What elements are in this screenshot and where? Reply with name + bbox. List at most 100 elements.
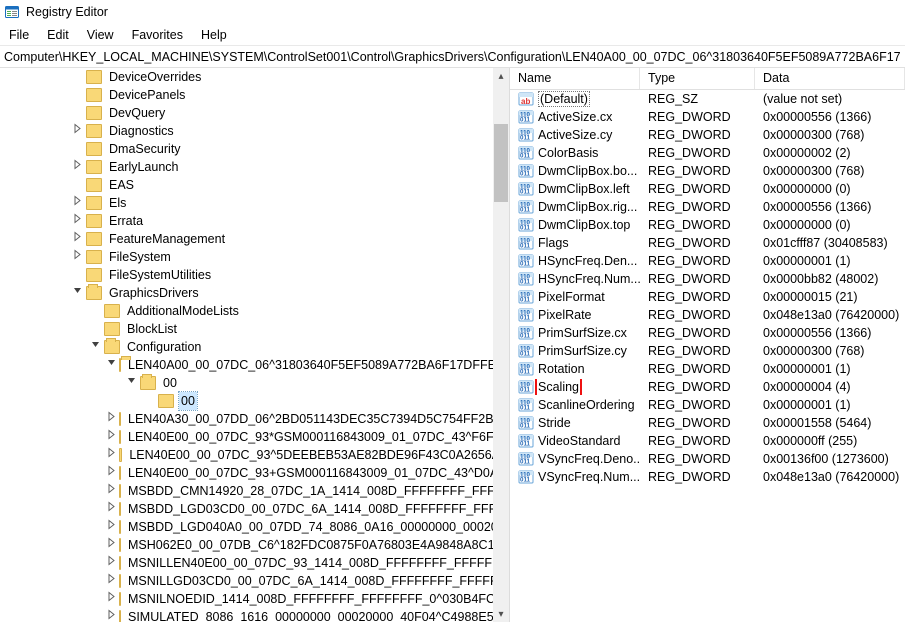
column-header-data[interactable]: Data (755, 68, 905, 89)
vertical-scrollbar[interactable]: ▴ ▾ (493, 68, 509, 622)
tree-node[interactable]: DevQuery (0, 104, 509, 122)
folder-icon (86, 106, 102, 120)
tree-node[interactable]: LEN40E00_00_07DC_93*GSM000116843009_01_0… (0, 428, 509, 446)
expand-icon[interactable] (106, 410, 117, 428)
tree-node[interactable]: MSBDD_LGD040A0_00_07DD_74_8086_0A16_0000… (0, 518, 509, 536)
list-row[interactable]: 011110VSyncFreq.Deno...REG_DWORD0x00136f… (510, 450, 905, 468)
scroll-thumb[interactable] (494, 124, 508, 202)
tree-node[interactable]: EAS (0, 176, 509, 194)
tree-node[interactable]: Els (0, 194, 509, 212)
list-row[interactable]: ab(Default)REG_SZ(value not set) (510, 90, 905, 108)
expand-icon[interactable] (70, 248, 84, 266)
menu-edit[interactable]: Edit (38, 25, 78, 45)
expand-icon[interactable] (106, 518, 117, 536)
tree-node[interactable]: LEN40A00_00_07DC_06^31803640F5EF5089A772… (0, 356, 509, 374)
tree-node[interactable]: MSBDD_CMN14920_28_07DC_1A_1414_008D_FFFF… (0, 482, 509, 500)
collapse-icon[interactable] (88, 338, 102, 356)
list-row[interactable]: 011110HSyncFreq.Num...REG_DWORD0x0000bb8… (510, 270, 905, 288)
collapse-icon[interactable] (106, 356, 117, 374)
tree-node[interactable]: MSBDD_LGD03CD0_00_07DC_6A_1414_008D_FFFF… (0, 500, 509, 518)
expand-icon[interactable] (106, 554, 117, 572)
tree-node[interactable]: SIMULATED_8086_1616_00000000_00020000_40… (0, 608, 509, 622)
list-row[interactable]: 011110DwmClipBox.bo...REG_DWORD0x0000030… (510, 162, 905, 180)
list-row[interactable]: 011110DwmClipBox.leftREG_DWORD0x00000000… (510, 180, 905, 198)
list-row[interactable]: 011110PrimSurfSize.cxREG_DWORD0x00000556… (510, 324, 905, 342)
folder-icon (104, 340, 120, 354)
tree-node[interactable]: Diagnostics (0, 122, 509, 140)
list-view[interactable]: ab(Default)REG_SZ(value not set)011110Ac… (510, 90, 905, 486)
collapse-icon[interactable] (124, 374, 138, 392)
list-row[interactable]: 011110ColorBasisREG_DWORD0x00000002 (2) (510, 144, 905, 162)
menu-favorites[interactable]: Favorites (123, 25, 192, 45)
list-row[interactable]: 011110StrideREG_DWORD0x00001558 (5464) (510, 414, 905, 432)
tree-node[interactable]: DevicePanels (0, 86, 509, 104)
expand-icon[interactable] (106, 536, 117, 554)
expand-icon[interactable] (70, 194, 84, 212)
list-row[interactable]: 011110ScalingREG_DWORD0x00000004 (4) (510, 378, 905, 396)
tree-node[interactable]: EarlyLaunch (0, 158, 509, 176)
expand-icon[interactable] (106, 446, 117, 464)
svg-text:ab: ab (521, 97, 530, 106)
expand-icon[interactable] (70, 122, 84, 140)
tree-node[interactable]: GraphicsDrivers (0, 284, 509, 302)
tree-view[interactable]: DeviceOverridesDevicePanelsDevQueryDiagn… (0, 68, 509, 622)
dword-value-icon: 011110 (518, 343, 534, 359)
value-name: DwmClipBox.left (538, 182, 630, 196)
tree-node[interactable]: LEN40A30_00_07DD_06^2BD051143DEC35C7394D… (0, 410, 509, 428)
list-row[interactable]: 011110ActiveSize.cyREG_DWORD0x00000300 (… (510, 126, 905, 144)
expand-icon[interactable] (106, 482, 117, 500)
title-bar: Registry Editor (0, 0, 905, 24)
expand-icon[interactable] (70, 158, 84, 176)
scroll-down-arrow[interactable]: ▾ (493, 606, 509, 622)
tree-node[interactable]: MSNILLGD03CD0_00_07DC_6A_1414_008D_FFFFF… (0, 572, 509, 590)
list-row[interactable]: 011110PixelRateREG_DWORD0x048e13a0 (7642… (510, 306, 905, 324)
tree-node[interactable]: 00 (0, 374, 509, 392)
list-row[interactable]: 011110ScanlineOrderingREG_DWORD0x0000000… (510, 396, 905, 414)
expand-icon[interactable] (106, 590, 117, 608)
expand-icon[interactable] (106, 464, 117, 482)
list-row[interactable]: 011110ActiveSize.cxREG_DWORD0x00000556 (… (510, 108, 905, 126)
tree-node[interactable]: Errata (0, 212, 509, 230)
tree-node[interactable]: LEN40E00_00_07DC_93^5DEEBEB53AE82BDE96F4… (0, 446, 509, 464)
tree-node[interactable]: Configuration (0, 338, 509, 356)
column-header-name[interactable]: Name (510, 68, 640, 89)
tree-node[interactable]: LEN40E00_00_07DC_93+GSM000116843009_01_0… (0, 464, 509, 482)
tree-node[interactable]: MSH062E0_00_07DB_C6^182FDC0875F0A76803E4… (0, 536, 509, 554)
tree-node[interactable]: MSNILLEN40E00_00_07DC_93_1414_008D_FFFFF… (0, 554, 509, 572)
value-name: VSyncFreq.Deno... (538, 452, 640, 466)
tree-node[interactable]: AdditionalModeLists (0, 302, 509, 320)
column-header-type[interactable]: Type (640, 68, 755, 89)
expand-icon[interactable] (106, 500, 117, 518)
list-row[interactable]: 011110FlagsREG_DWORD0x01cfff87 (30408583… (510, 234, 905, 252)
expand-icon[interactable] (70, 230, 84, 248)
list-row[interactable]: 011110PixelFormatREG_DWORD0x00000015 (21… (510, 288, 905, 306)
address-input[interactable] (4, 50, 901, 64)
list-row[interactable]: 011110VSyncFreq.Num...REG_DWORD0x048e13a… (510, 468, 905, 486)
tree-node[interactable]: FileSystemUtilities (0, 266, 509, 284)
tree-node[interactable]: FeatureManagement (0, 230, 509, 248)
menu-file[interactable]: File (0, 25, 38, 45)
menu-view[interactable]: View (78, 25, 123, 45)
value-name: PrimSurfSize.cy (538, 344, 627, 358)
tree-node[interactable]: BlockList (0, 320, 509, 338)
expand-icon[interactable] (106, 608, 117, 622)
menu-help[interactable]: Help (192, 25, 236, 45)
tree-node[interactable]: MSNILNOEDID_1414_008D_FFFFFFFF_FFFFFFFF_… (0, 590, 509, 608)
tree-node[interactable]: FileSystem (0, 248, 509, 266)
value-name: Rotation (538, 362, 585, 376)
list-row[interactable]: 011110PrimSurfSize.cyREG_DWORD0x00000300… (510, 342, 905, 360)
tree-node[interactable]: 00 (0, 392, 509, 410)
list-row[interactable]: 011110DwmClipBox.rig...REG_DWORD0x000005… (510, 198, 905, 216)
expand-icon[interactable] (70, 212, 84, 230)
list-row[interactable]: 011110HSyncFreq.Den...REG_DWORD0x0000000… (510, 252, 905, 270)
tree-node[interactable]: DmaSecurity (0, 140, 509, 158)
list-row[interactable]: 011110VideoStandardREG_DWORD0x000000ff (… (510, 432, 905, 450)
expand-icon[interactable] (106, 572, 117, 590)
expand-icon[interactable] (106, 428, 117, 446)
tree-node[interactable]: DeviceOverrides (0, 68, 509, 86)
scroll-up-arrow[interactable]: ▴ (493, 68, 509, 84)
list-row[interactable]: 011110DwmClipBox.topREG_DWORD0x00000000 … (510, 216, 905, 234)
folder-icon (86, 70, 102, 84)
collapse-icon[interactable] (70, 284, 84, 302)
list-row[interactable]: 011110RotationREG_DWORD0x00000001 (1) (510, 360, 905, 378)
